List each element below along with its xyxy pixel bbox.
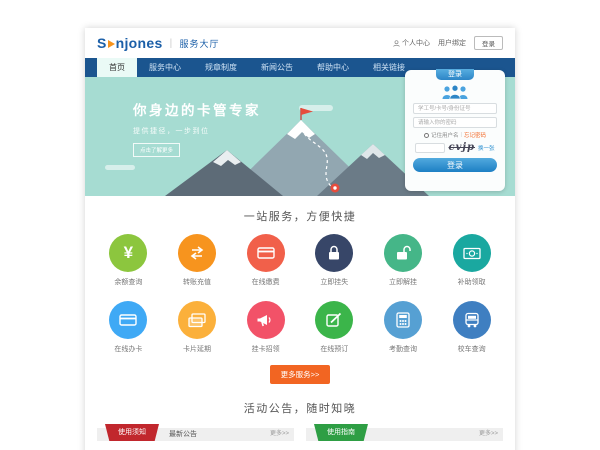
lock-icon	[315, 234, 353, 272]
cloud-shape	[105, 165, 135, 170]
nav-item-首页[interactable]: 首页	[97, 58, 137, 77]
forgot-password-link[interactable]: 忘记密码	[464, 131, 486, 139]
service-item-立即解挂[interactable]: 立即解挂	[369, 234, 438, 287]
services-grid: ¥ 余额查询转账充值在线缴费立即挂失立即解挂补助领取在线办卡卡片延期挂卡招领在线预…	[94, 234, 506, 354]
login-panel: 登录 记住用户名 | 忘记密码 cvjp 换一张 登录	[405, 70, 505, 191]
yuan-icon: ¥	[109, 234, 147, 272]
usage-guide-tab[interactable]: 使用指南	[314, 424, 368, 441]
nav-item-帮助中心[interactable]: 帮助中心	[305, 58, 361, 77]
service-item-立即挂失[interactable]: 立即挂失	[300, 234, 369, 287]
nav-item-新闻公告[interactable]: 新闻公告	[249, 58, 305, 77]
logo-tagline: 服务大厅	[179, 37, 219, 50]
transfer-icon	[178, 234, 216, 272]
service-label: 挂卡招领	[231, 344, 300, 354]
user-bind-link[interactable]: 用户绑定	[438, 38, 466, 48]
logo[interactable]: S njones | 服务大厅	[97, 35, 219, 51]
services-section: 一站服务，方便快捷 ¥ 余额查询转账充值在线缴费立即挂失立即解挂补助领取在线办卡卡…	[85, 196, 515, 396]
service-label: 在线预订	[300, 344, 369, 354]
service-label: 校车查询	[437, 344, 506, 354]
service-item-在线办卡[interactable]: 在线办卡	[94, 301, 163, 354]
service-label: 在线缴费	[231, 277, 300, 287]
logo-divider: |	[170, 38, 173, 49]
announcements-section: 活动公告，随时知晓 使用须知 最新公告 更多>> 使用指南 更多>>	[85, 396, 515, 450]
notice-tab-bar: 使用须知 最新公告 更多>>	[97, 428, 294, 441]
service-item-在线预订[interactable]: 在线预订	[300, 301, 369, 354]
personal-center-link[interactable]: 个人中心	[393, 38, 430, 48]
captcha-input[interactable]	[415, 143, 445, 153]
nav-item-规章制度[interactable]: 规章制度	[193, 58, 249, 77]
logo-suffix: njones	[116, 35, 163, 51]
hero-cta-button[interactable]: 点击了解更多	[133, 143, 180, 157]
username-input[interactable]	[413, 103, 497, 114]
card-icon	[109, 301, 147, 339]
remember-checkbox[interactable]	[424, 133, 429, 138]
captcha-refresh-link[interactable]: 换一张	[478, 144, 495, 152]
unlock-icon	[384, 234, 422, 272]
hero-banner: 你身边的卡管专家 提供捷径，一步到位 点击了解更多 登录 记住用户名 | 忘记密…	[85, 77, 515, 196]
service-label: 转账充值	[163, 277, 232, 287]
service-item-补助领取[interactable]: 补助领取	[437, 234, 506, 287]
service-item-考勤查询[interactable]: 考勤查询	[369, 301, 438, 354]
guide-tab-bar: 使用指南 更多>>	[306, 428, 503, 441]
more-link[interactable]: 更多>>	[479, 428, 498, 441]
nav-item-服务中心[interactable]: 服务中心	[137, 58, 193, 77]
service-label: 卡片延期	[163, 344, 232, 354]
service-item-挂卡招领[interactable]: 挂卡招领	[231, 301, 300, 354]
hero-subtitle: 提供捷径，一步到位	[133, 126, 261, 136]
announcements-title: 活动公告，随时知晓	[85, 400, 515, 416]
service-label: 余额查询	[94, 277, 163, 287]
service-label: 在线办卡	[94, 344, 163, 354]
remember-label: 记住用户名	[431, 131, 459, 139]
remember-row: 记住用户名 | 忘记密码	[405, 131, 505, 139]
bus-icon	[453, 301, 491, 339]
more-link[interactable]: 更多>>	[270, 428, 289, 441]
captcha-image[interactable]: cvjp	[448, 142, 475, 153]
top-login-button[interactable]: 登录	[474, 36, 503, 50]
hero-title: 你身边的卡管专家	[133, 99, 261, 119]
topbar-links: 个人中心 用户绑定 登录	[393, 36, 503, 50]
service-item-卡片延期[interactable]: 卡片延期	[163, 301, 232, 354]
banknote-icon	[453, 234, 491, 272]
password-input[interactable]	[413, 117, 497, 128]
service-label: 考勤查询	[369, 344, 438, 354]
page: S njones | 服务大厅 个人中心 用户绑定 登录 首页服务中心规章制度新…	[85, 28, 515, 450]
logo-prefix: S	[97, 35, 107, 51]
cards-icon	[178, 301, 216, 339]
service-item-校车查询[interactable]: 校车查询	[437, 301, 506, 354]
services-title: 一站服务，方便快捷	[85, 208, 515, 224]
login-submit-button[interactable]: 登录	[413, 158, 497, 172]
captcha-row: cvjp 换一张	[405, 142, 505, 153]
usage-notice-tab[interactable]: 使用须知	[105, 424, 159, 441]
service-item-余额查询[interactable]: ¥ 余额查询	[94, 234, 163, 287]
users-icon	[440, 85, 470, 100]
edit-icon	[315, 301, 353, 339]
card-icon	[247, 234, 285, 272]
logo-arrow-icon	[108, 40, 115, 48]
more-services-button[interactable]: 更多服务>>	[270, 365, 331, 384]
service-item-转账充值[interactable]: 转账充值	[163, 234, 232, 287]
service-label: 补助领取	[437, 277, 506, 287]
user-icon	[393, 40, 400, 47]
megaphone-icon	[247, 301, 285, 339]
calculator-icon	[384, 301, 422, 339]
hero-text-block: 你身边的卡管专家 提供捷径，一步到位 点击了解更多	[133, 99, 261, 157]
service-label: 立即解挂	[369, 277, 438, 287]
top-bar: S njones | 服务大厅 个人中心 用户绑定 登录	[85, 28, 515, 58]
login-tab[interactable]: 登录	[436, 69, 474, 80]
service-item-在线缴费[interactable]: 在线缴费	[231, 234, 300, 287]
service-label: 立即挂失	[300, 277, 369, 287]
announcement-tabs: 使用须知 最新公告 更多>> 使用指南 更多>>	[85, 428, 515, 441]
latest-announcements-label[interactable]: 最新公告	[169, 428, 197, 441]
